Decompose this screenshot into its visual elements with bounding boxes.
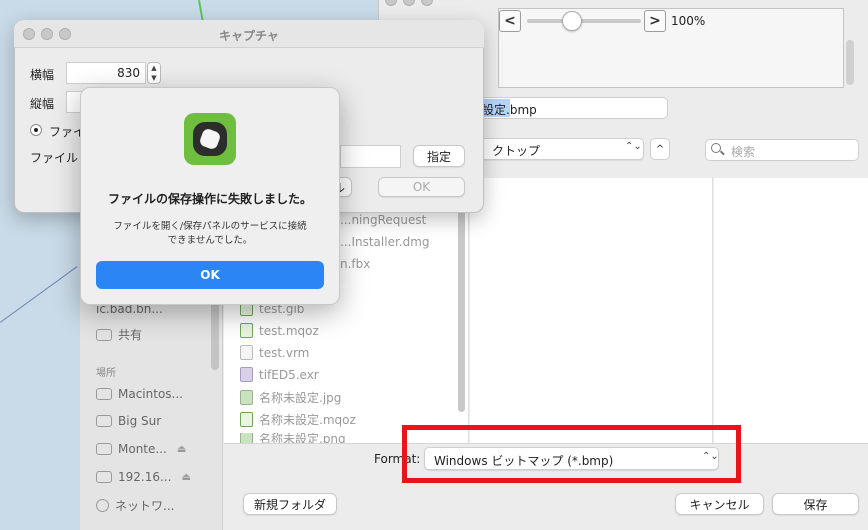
sidebar-item-monterey[interactable]: Monte... ⏏ <box>96 442 186 456</box>
disk-icon <box>96 388 112 400</box>
disk-icon <box>96 443 112 455</box>
file-path-label: ファイル <box>30 151 79 165</box>
location-label: 、クトップ <box>480 144 541 158</box>
capture-ok-button[interactable]: OK <box>378 177 465 197</box>
width-value: 830 <box>117 66 140 80</box>
app-icon-core <box>198 127 222 151</box>
zoom-level-label: 100% <box>671 14 706 28</box>
file-icon <box>240 345 253 360</box>
chevron-right-icon: > <box>649 13 661 29</box>
shared-folder-icon <box>96 328 112 341</box>
capture-zoom-dot[interactable] <box>59 28 71 40</box>
viewer-window-controls <box>385 0 439 9</box>
sidebar-item-macintosh[interactable]: Macintos... <box>96 387 183 401</box>
search-input[interactable] <box>705 139 859 161</box>
zoom-in-button[interactable]: > <box>644 10 666 32</box>
file-path-field[interactable] <box>340 145 401 168</box>
eject-icon[interactable]: ⏏ <box>177 444 186 455</box>
cancel-button[interactable]: キャンセル <box>675 493 764 515</box>
width-stepper[interactable]: ▲ ▼ <box>147 62 161 84</box>
sidebar-item-bigsur[interactable]: Big Sur <box>96 414 161 428</box>
list-item[interactable]: 名称未設定.mqoz <box>240 411 356 428</box>
sidebar-item-shared[interactable]: 共有 <box>96 326 142 343</box>
specify-button[interactable]: 指定 <box>413 145 465 167</box>
capture-minimize-dot[interactable] <box>41 28 53 40</box>
alert-message: ファイルを開く/保存パネルのサービスに接続 <box>113 221 307 232</box>
file-browser-column-2 <box>470 178 713 443</box>
file-icon <box>240 412 253 427</box>
image-file-icon <box>240 433 253 443</box>
disk-icon <box>96 415 112 427</box>
list-item[interactable]: test.mqoz <box>240 323 319 338</box>
list-item[interactable]: test.vrm <box>240 345 309 360</box>
expand-panel-button[interactable]: ^ <box>650 138 670 160</box>
highlight-box <box>402 425 741 483</box>
app-icon-ring <box>193 122 227 156</box>
list-item[interactable]: tifED5.exr <box>240 367 319 382</box>
capture-title: キャプチャ <box>219 29 279 43</box>
capture-close-dot[interactable] <box>23 28 35 40</box>
save-button[interactable]: 保存 <box>772 493 859 515</box>
alert-ok-button[interactable]: OK <box>96 261 324 289</box>
width-label: 横幅 <box>30 68 55 82</box>
list-item[interactable]: 名称未設定.png <box>240 433 346 443</box>
globe-icon <box>96 499 109 512</box>
filename-text: 設定.bmp <box>482 103 537 117</box>
popup-caret-icon: ⌃⌄ <box>625 141 642 152</box>
viewer-scrollbar[interactable] <box>846 40 854 85</box>
chevron-left-icon: < <box>504 13 516 29</box>
monitor-icon <box>96 471 112 483</box>
canvas-green-line <box>198 0 204 23</box>
capture-window-controls <box>23 28 77 40</box>
file-radio[interactable] <box>30 124 42 136</box>
zoom-out-button[interactable]: < <box>499 10 521 32</box>
sidebar-item-network[interactable]: ネットワ... <box>96 497 174 514</box>
eject-icon[interactable]: ⏏ <box>181 472 190 483</box>
viewer-close-dot[interactable] <box>385 0 397 6</box>
image-file-icon <box>240 390 253 405</box>
file-icon <box>240 323 253 338</box>
sidebar-item-network-host[interactable]: 192.16... ⏏ <box>96 470 191 484</box>
file-icon <box>240 367 253 382</box>
chevron-up-icon: ^ <box>655 143 665 155</box>
new-folder-button[interactable]: 新規フォルダ <box>243 493 337 515</box>
app-icon <box>184 113 236 165</box>
viewer-zoom-dot[interactable] <box>421 0 433 6</box>
list-item[interactable]: 名称未設定.jpg <box>240 389 341 406</box>
zoom-slider-track[interactable] <box>527 19 641 23</box>
search-icon <box>711 143 721 153</box>
viewer-minimize-dot[interactable] <box>403 0 415 6</box>
file-browser-column-3 <box>714 178 868 443</box>
sidebar-header-locations: 場所 <box>96 368 116 379</box>
search-placeholder: 検索 <box>731 145 756 159</box>
height-label: 縦幅 <box>30 97 55 111</box>
canvas-blue-line <box>0 266 78 323</box>
alert-title: ファイルの保存操作に失敗しました。 <box>107 192 312 206</box>
column-scrollbar[interactable] <box>458 180 465 412</box>
alert-message-2: できませんでした。 <box>167 235 253 246</box>
zoom-slider-knob[interactable] <box>562 11 582 31</box>
